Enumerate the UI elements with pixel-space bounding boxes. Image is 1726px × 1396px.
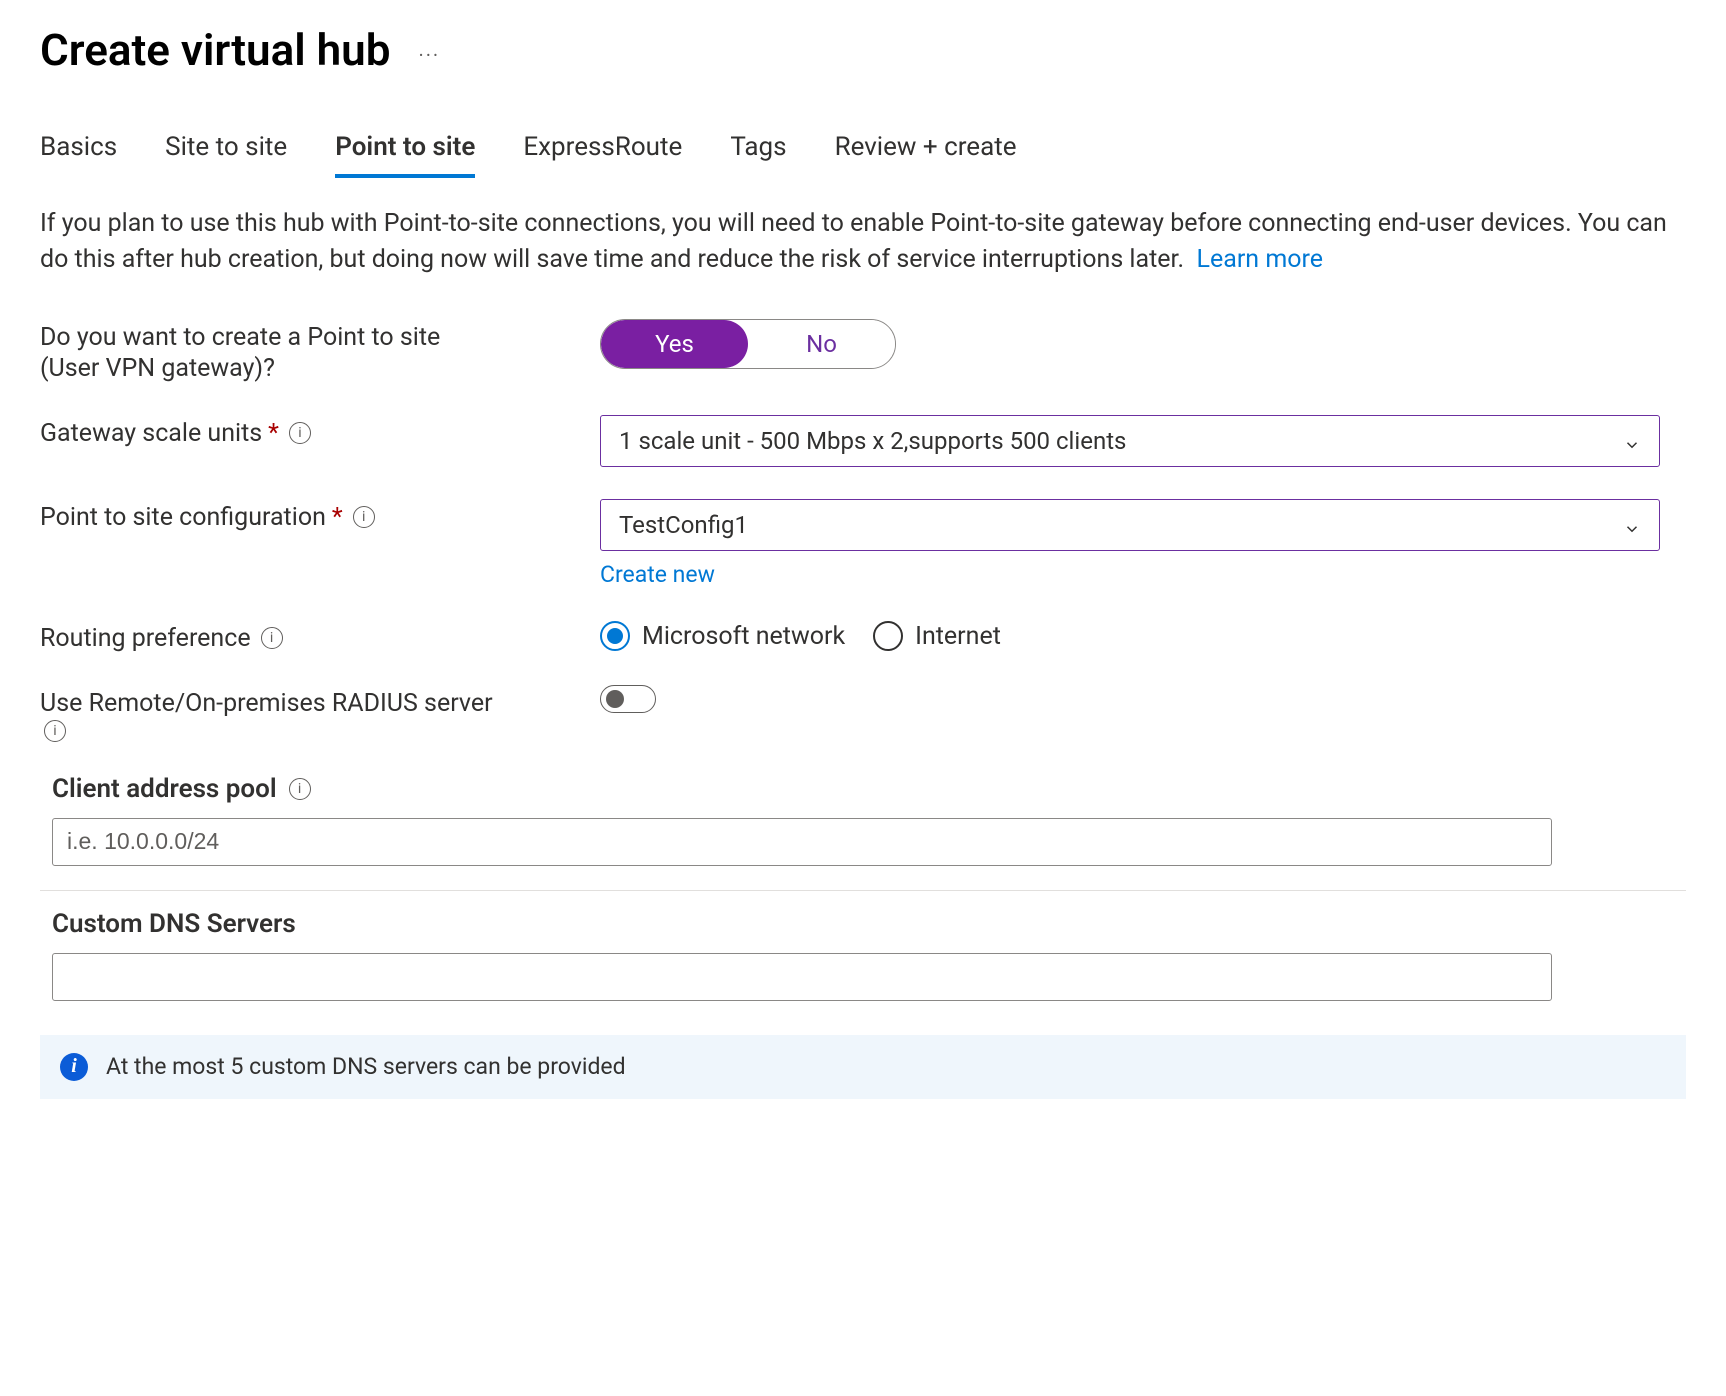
tab-site-to-site[interactable]: Site to site (165, 132, 287, 178)
routing-pref-internet-label: Internet (915, 622, 1001, 651)
client-pool-heading: Client address pool (52, 774, 277, 804)
tab-review-create[interactable]: Review + create (835, 132, 1017, 178)
switch-knob-icon (606, 690, 624, 708)
info-icon[interactable]: i (261, 627, 283, 649)
info-banner-icon: i (60, 1053, 88, 1081)
learn-more-link[interactable]: Learn more (1197, 245, 1323, 274)
radius-label: Use Remote/On-premises RADIUS server (40, 689, 493, 718)
p2s-config-label: Point to site configuration (40, 503, 326, 532)
custom-dns-input[interactable] (52, 953, 1552, 1001)
scale-units-label: Gateway scale units (40, 419, 262, 448)
p2s-config-select[interactable]: TestConfig1 (600, 499, 1660, 551)
routing-pref-microsoft[interactable]: Microsoft network (600, 621, 845, 651)
create-p2s-label-line1: Do you want to create a Point to site (40, 323, 440, 352)
create-p2s-yes[interactable]: Yes (601, 320, 748, 368)
chevron-down-icon (1623, 516, 1641, 534)
create-new-link[interactable]: Create new (600, 561, 715, 588)
tab-tags[interactable]: Tags (730, 132, 786, 178)
info-icon[interactable]: i (289, 422, 311, 444)
custom-dns-heading: Custom DNS Servers (52, 909, 296, 939)
tab-expressroute[interactable]: ExpressRoute (523, 132, 682, 178)
info-icon[interactable]: i (289, 778, 311, 800)
info-icon[interactable]: i (353, 506, 375, 528)
create-p2s-toggle[interactable]: Yes No (600, 319, 896, 369)
routing-pref-radio-group: Microsoft network Internet (600, 621, 1660, 651)
tab-basics[interactable]: Basics (40, 132, 117, 178)
routing-pref-microsoft-label: Microsoft network (642, 622, 845, 651)
chevron-down-icon (1623, 432, 1641, 450)
tabs-bar: Basics Site to site Point to site Expres… (40, 132, 1686, 178)
radio-icon (600, 621, 630, 651)
routing-pref-internet[interactable]: Internet (873, 621, 1001, 651)
required-indicator: * (332, 503, 343, 532)
required-indicator: * (268, 419, 279, 448)
tab-description: If you plan to use this hub with Point-t… (40, 206, 1680, 279)
info-icon[interactable]: i (44, 720, 66, 742)
scale-units-value: 1 scale unit - 500 Mbps x 2,supports 500… (619, 427, 1126, 455)
create-p2s-no[interactable]: No (748, 320, 895, 368)
more-actions-icon[interactable]: ··· (418, 33, 440, 67)
page-title: Create virtual hub (40, 24, 390, 76)
scale-units-select[interactable]: 1 scale unit - 500 Mbps x 2,supports 500… (600, 415, 1660, 467)
tab-point-to-site[interactable]: Point to site (335, 132, 475, 178)
divider (40, 890, 1686, 891)
radius-switch[interactable] (600, 685, 656, 713)
create-p2s-label-line2: (User VPN gateway)? (40, 354, 275, 383)
client-pool-input[interactable] (52, 818, 1552, 866)
description-text: If you plan to use this hub with Point-t… (40, 209, 1667, 274)
dns-info-text: At the most 5 custom DNS servers can be … (106, 1053, 626, 1080)
routing-pref-label: Routing preference (40, 624, 251, 653)
p2s-config-value: TestConfig1 (619, 511, 748, 539)
radio-icon (873, 621, 903, 651)
dns-info-banner: i At the most 5 custom DNS servers can b… (40, 1035, 1686, 1099)
